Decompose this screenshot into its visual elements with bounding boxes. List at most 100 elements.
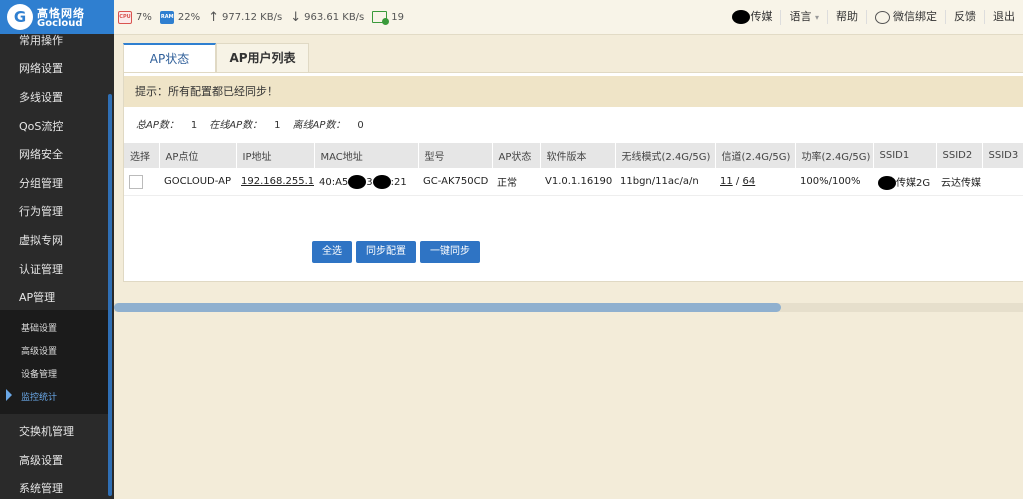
language-menu[interactable]: 语言 ▾ xyxy=(780,9,827,25)
submenu-advanced[interactable]: 高级设置 xyxy=(21,344,57,357)
download-stat: ↓ 963.61 KB/s xyxy=(290,10,364,25)
user-menu[interactable]: 传媒 xyxy=(724,10,780,24)
sidebar: 常用操作 网络设置 多线设置 QoS流控 网络安全 分组管理 行为管理 虚拟专网… xyxy=(0,34,114,499)
cell-wireless-mode: 11bgn/11ac/a/n xyxy=(615,168,715,196)
cpu-stat: CPU 7% xyxy=(118,10,152,24)
sidebar-item-ap[interactable]: AP管理 xyxy=(19,289,55,305)
wechat-bind-link[interactable]: 微信绑定 xyxy=(866,10,945,24)
submenu-basic[interactable]: 基础设置 xyxy=(21,321,57,334)
feedback-link[interactable]: 反馈 xyxy=(945,10,984,24)
cell-ssid1: 传媒2G xyxy=(873,168,936,196)
sync-notice: 提示：所有配置都已经同步！ xyxy=(124,76,1023,107)
logo[interactable]: G 高恪网络 Gocloud xyxy=(0,0,114,34)
sidebar-submenu: 基础设置 高级设置 设备管理 监控统计 xyxy=(0,310,108,414)
cloud-logo-icon: G xyxy=(7,4,33,30)
language-label: 语言 xyxy=(789,9,812,23)
horizontal-scrollbar[interactable] xyxy=(114,303,1023,312)
sidebar-item-vpn[interactable]: 虚拟专网 xyxy=(19,232,63,248)
sidebar-item-groups[interactable]: 分组管理 xyxy=(19,175,63,191)
ram-icon: RAM xyxy=(159,10,174,24)
tab-ap-users[interactable]: AP用户列表 xyxy=(216,43,309,72)
online-devices-stat[interactable]: 19 xyxy=(372,11,404,25)
col-mac: MAC地址 xyxy=(314,143,419,168)
wechat-label: 微信绑定 xyxy=(893,10,937,23)
cell-channel: 11 / 64 xyxy=(715,168,795,196)
offline-ap-label: 离线AP数： xyxy=(292,120,346,131)
ram-stat: RAM 22% xyxy=(159,10,200,24)
online-devices-value: 19 xyxy=(391,11,404,23)
total-ap-value: 1 xyxy=(190,120,198,131)
table-header-row: 选择 AP点位 IP地址 MAC地址 型号 AP状态 软件版本 无线模式(2.4… xyxy=(124,143,1023,168)
top-bar: G 高恪网络 Gocloud CPU 7% RAM 22% ↑ 977.12 K… xyxy=(0,0,1023,35)
redaction-mark xyxy=(372,174,391,189)
scrollbar-thumb[interactable] xyxy=(114,303,781,312)
col-wireless-mode: 无线模式(2.4G/5G) xyxy=(615,143,716,168)
sidebar-item-behavior[interactable]: 行为管理 xyxy=(19,203,63,219)
sidebar-item-multiline[interactable]: 多线设置 xyxy=(19,89,63,105)
submenu-devices[interactable]: 设备管理 xyxy=(21,367,57,380)
cell-version: V1.0.1.16190 xyxy=(540,168,615,196)
sidebar-scrollbar[interactable] xyxy=(108,94,112,496)
sidebar-item-network[interactable]: 网络设置 xyxy=(19,60,63,76)
download-value: 963.61 KB/s xyxy=(304,11,365,23)
col-ssid1: SSID1 xyxy=(873,143,937,168)
col-channel: 信道(2.4G/5G) xyxy=(715,143,796,168)
sidebar-item-system[interactable]: 系统管理 xyxy=(19,480,63,496)
cell-ip-link[interactable]: 192.168.255.1 xyxy=(236,168,314,196)
one-key-sync-button[interactable]: 一键同步 xyxy=(420,241,480,263)
cell-status: 正常 xyxy=(492,168,540,196)
ssid1-text: 传媒2G xyxy=(896,177,931,189)
top-nav: 传媒 语言 ▾ 帮助 微信绑定 反馈 退出 xyxy=(724,0,1023,34)
online-devices-icon xyxy=(372,11,390,25)
mac-part: 40:A5 xyxy=(319,176,349,188)
upload-value: 977.12 KB/s xyxy=(222,11,283,23)
cell-power: 100%/100% xyxy=(795,168,873,196)
sidebar-item-auth[interactable]: 认证管理 xyxy=(19,261,63,277)
cell-ap-name: GOCLOUD-AP xyxy=(159,168,236,196)
total-ap-label: 总AP数： xyxy=(136,120,179,131)
online-ap-label: 在线AP数： xyxy=(209,120,263,131)
cpu-icon: CPU xyxy=(118,10,132,24)
chevron-down-icon: ▾ xyxy=(814,12,819,22)
system-stats: CPU 7% RAM 22% ↑ 977.12 KB/s ↓ 963.61 KB… xyxy=(118,0,412,34)
col-version: 软件版本 xyxy=(540,143,616,168)
sidebar-item-qos[interactable]: QoS流控 xyxy=(19,118,63,134)
tab-bar: AP状态 AP用户列表 xyxy=(123,43,309,72)
col-power: 功率(2.4G/5G) xyxy=(795,143,874,168)
sidebar-item-switch[interactable]: 交换机管理 xyxy=(19,423,74,439)
sync-config-button[interactable]: 同步配置 xyxy=(356,241,416,263)
col-ssid3: SSID3 xyxy=(982,143,1023,168)
active-marker-icon xyxy=(6,389,12,401)
tab-ap-status[interactable]: AP状态 xyxy=(123,43,216,72)
redaction-mark xyxy=(348,174,367,189)
logo-text-en: Gocloud xyxy=(37,18,83,29)
online-ap-value: 1 xyxy=(274,120,281,131)
redaction-mark xyxy=(732,10,751,24)
col-ssid2: SSID2 xyxy=(936,143,983,168)
row-checkbox[interactable] xyxy=(129,174,143,189)
select-all-button[interactable]: 全选 xyxy=(312,241,352,263)
logout-link[interactable]: 退出 xyxy=(984,10,1023,24)
channel-separator: / xyxy=(732,176,743,187)
mac-part: 3 xyxy=(366,176,373,188)
channel-5-link[interactable]: 64 xyxy=(742,176,755,187)
cell-ssid3 xyxy=(982,168,1023,196)
ap-table: 选择 AP点位 IP地址 MAC地址 型号 AP状态 软件版本 无线模式(2.4… xyxy=(124,143,1023,196)
sidebar-item-security[interactable]: 网络安全 xyxy=(19,146,63,162)
help-link[interactable]: 帮助 xyxy=(827,10,866,24)
offline-ap-value: 0 xyxy=(357,120,364,131)
cell-mac: 40:A5 3:21 xyxy=(314,168,418,196)
user-name: 传媒 xyxy=(750,10,773,23)
col-select: 选择 xyxy=(124,143,160,168)
channel-24-link[interactable]: 11 xyxy=(720,176,733,187)
sidebar-item-advanced[interactable]: 高级设置 xyxy=(19,452,63,468)
cell-ssid2: 云达传媒 xyxy=(936,168,982,196)
col-ap-name: AP点位 xyxy=(159,143,237,168)
sidebar-item-common-ops[interactable]: 常用操作 xyxy=(19,32,63,48)
cell-model: GC-AK750CD xyxy=(418,168,492,196)
col-status: AP状态 xyxy=(492,143,541,168)
submenu-monitor[interactable]: 监控统计 xyxy=(21,390,57,403)
action-buttons: 全选 同步配置 一键同步 xyxy=(312,241,484,263)
table-row: GOCLOUD-AP 192.168.255.1 40:A5 3:21 GC-AK… xyxy=(124,168,1023,196)
ap-status-panel: 提示：所有配置都已经同步！ 总AP数： 1 在线AP数： 1 离线AP数： 0 选择 AP… xyxy=(123,72,1023,282)
